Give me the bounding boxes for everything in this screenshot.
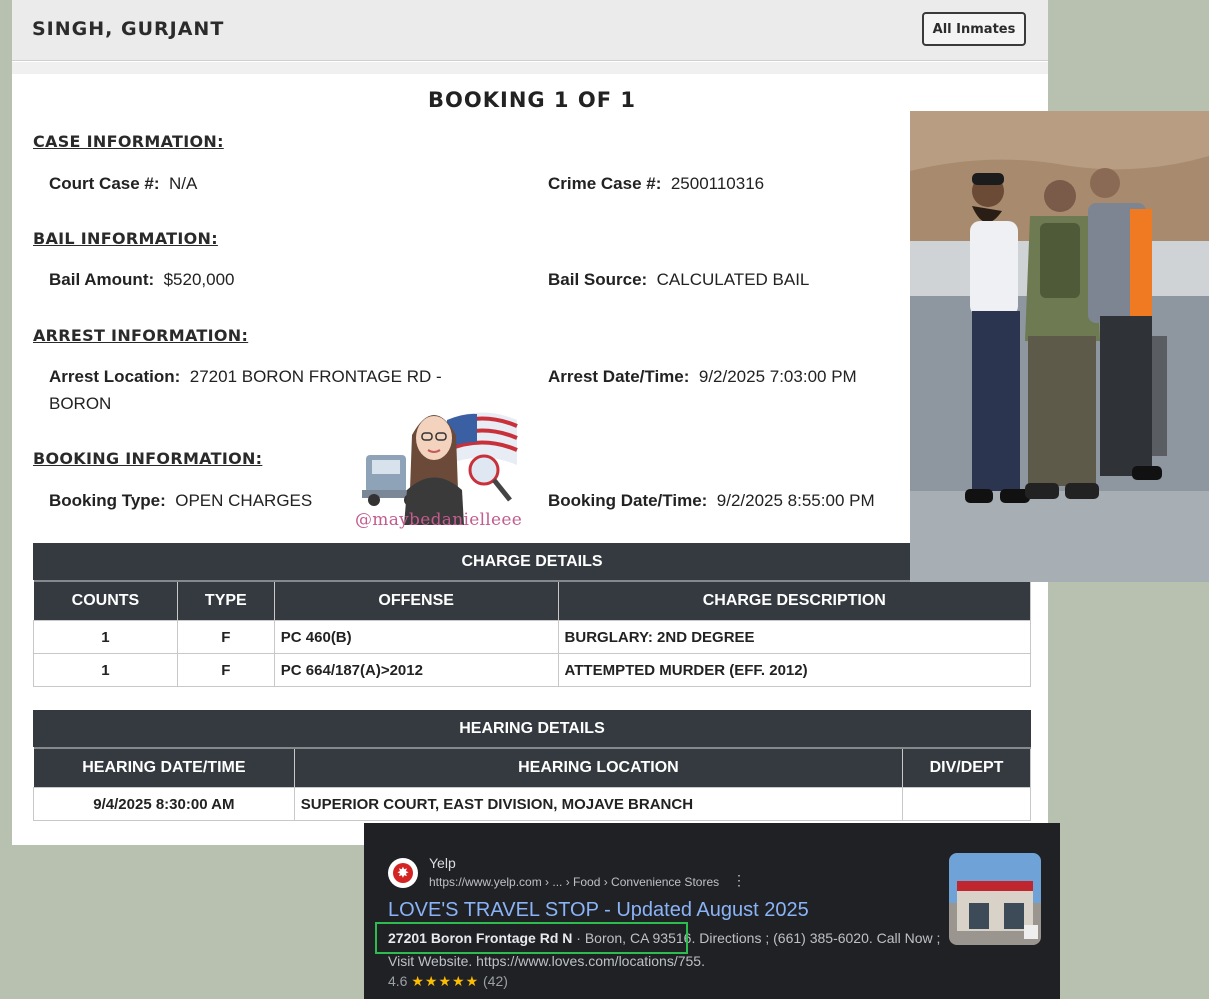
address-highlight-box bbox=[375, 922, 688, 954]
booking-title: BOOKING 1 OF 1 bbox=[428, 88, 636, 112]
booking-type-field: Booking Type: OPEN CHARGES bbox=[49, 487, 312, 514]
star-rating-icon: ★★★★★ bbox=[411, 973, 480, 989]
booking-info-heading: BOOKING INFORMATION: bbox=[33, 449, 263, 468]
search-result-card: ✸ Yelp https://www.yelp.com › ... › Food… bbox=[364, 823, 1060, 999]
charge-offense: PC 664/187(A)>2012 bbox=[273, 653, 559, 687]
result-rating: 4.6 ★★★★★ (42) bbox=[388, 973, 508, 990]
arrest-location-value: 27201 BORON FRONTAGE RD - bbox=[189, 367, 442, 386]
charge-description: ATTEMPTED MURDER (EFF. 2012) bbox=[557, 653, 1032, 687]
yelp-logo-icon: ✸ bbox=[388, 858, 418, 888]
hearing-location: SUPERIOR COURT, EAST DIVISION, MOJAVE BR… bbox=[293, 787, 904, 821]
case-info-heading: CASE INFORMATION: bbox=[33, 132, 224, 151]
hearing-datetime: 9/4/2025 8:30:00 AM bbox=[33, 787, 295, 821]
hearing-details-table: HEARING DETAILS HEARING DATE/TIME HEARIN… bbox=[33, 710, 1031, 821]
hearing-div-dept bbox=[902, 787, 1031, 821]
arrest-info-heading: ARREST INFORMATION: bbox=[33, 326, 249, 345]
table-row: 1 F PC 460(B) BURGLARY: 2ND DEGREE bbox=[33, 620, 1032, 654]
result-title-link[interactable]: LOVE'S TRAVEL STOP - Updated August 2025 bbox=[388, 899, 809, 922]
watermark-illustration bbox=[362, 412, 518, 525]
bail-info-heading: BAIL INFORMATION: bbox=[33, 229, 218, 248]
arrest-datetime-label: Arrest Date/Time: bbox=[548, 367, 690, 386]
review-count: (42) bbox=[483, 973, 508, 989]
bail-amount-field: Bail Amount: $520,000 bbox=[49, 266, 235, 293]
charge-offense: PC 460(B) bbox=[273, 620, 559, 654]
arrest-datetime-field: Arrest Date/Time: 9/2/2025 7:03:00 PM bbox=[548, 363, 857, 390]
watermark-handle: @maybedanielleee bbox=[355, 510, 523, 530]
inmate-header: SINGH, GURJANT All Inmates bbox=[12, 0, 1048, 61]
col-header-offense: OFFENSE bbox=[273, 580, 559, 621]
court-case-label: Court Case #: bbox=[49, 174, 160, 193]
booking-datetime-label: Booking Date/Time: bbox=[548, 491, 708, 510]
col-header-div-dept: DIV/DEPT bbox=[902, 747, 1031, 788]
court-case-value: N/A bbox=[168, 174, 198, 193]
more-options-icon[interactable]: ⋮ bbox=[732, 872, 746, 889]
col-header-counts: COUNTS bbox=[33, 580, 178, 621]
all-inmates-button[interactable]: All Inmates bbox=[922, 12, 1026, 46]
charge-type: F bbox=[176, 653, 275, 687]
charge-type: F bbox=[176, 620, 275, 654]
table-row: 1 F PC 664/187(A)>2012 ATTEMPTED MURDER … bbox=[33, 653, 1032, 687]
rating-value: 4.6 bbox=[388, 973, 408, 989]
table-row: 9/4/2025 8:30:00 AM SUPERIOR COURT, EAST… bbox=[33, 787, 1031, 821]
hearing-details-caption: HEARING DETAILS bbox=[33, 710, 1031, 749]
col-header-charge-description: CHARGE DESCRIPTION bbox=[557, 580, 1032, 621]
inmate-name: SINGH, GURJANT bbox=[32, 18, 225, 40]
bail-source-value: CALCULATED BAIL bbox=[656, 270, 810, 289]
charge-count: 1 bbox=[33, 653, 178, 687]
booking-type-label: Booking Type: bbox=[49, 491, 166, 510]
result-url[interactable]: https://www.yelp.com › ... › Food › Conv… bbox=[429, 875, 719, 889]
charge-details-caption: CHARGE DETAILS bbox=[33, 543, 1031, 582]
crime-case-value: 2500110316 bbox=[670, 174, 765, 193]
court-case-field: Court Case #: N/A bbox=[49, 170, 197, 197]
arrest-photo bbox=[910, 111, 1209, 582]
booking-type-value: OPEN CHARGES bbox=[175, 491, 313, 510]
arrest-datetime-value: 9/2/2025 7:03:00 PM bbox=[698, 367, 857, 386]
col-header-hearing-location: HEARING LOCATION bbox=[293, 747, 904, 788]
col-header-hearing-datetime: HEARING DATE/TIME bbox=[33, 747, 295, 788]
bail-amount-label: Bail Amount: bbox=[49, 270, 155, 289]
bail-amount-value: $520,000 bbox=[163, 270, 235, 289]
charge-count: 1 bbox=[33, 620, 178, 654]
bail-source-label: Bail Source: bbox=[548, 270, 648, 289]
crime-case-label: Crime Case #: bbox=[548, 174, 662, 193]
arrest-location-label: Arrest Location: bbox=[49, 367, 181, 386]
result-site-name: Yelp bbox=[429, 855, 456, 871]
magnifier-icon bbox=[468, 454, 512, 502]
booking-datetime-field: Booking Date/Time: 9/2/2025 8:55:00 PM bbox=[548, 487, 875, 514]
arrest-location-value-line2: BORON bbox=[49, 394, 112, 413]
bail-source-field: Bail Source: CALCULATED BAIL bbox=[548, 266, 809, 293]
charge-details-table: CHARGE DETAILS COUNTS TYPE OFFENSE CHARG… bbox=[33, 543, 1032, 687]
store-thumbnail[interactable] bbox=[949, 853, 1041, 945]
header-divider bbox=[12, 62, 1048, 74]
crime-case-field: Crime Case #: 2500110316 bbox=[548, 170, 764, 197]
booking-datetime-value: 9/2/2025 8:55:00 PM bbox=[716, 491, 875, 510]
charge-description: BURGLARY: 2ND DEGREE bbox=[557, 620, 1032, 654]
col-header-type: TYPE bbox=[176, 580, 275, 621]
